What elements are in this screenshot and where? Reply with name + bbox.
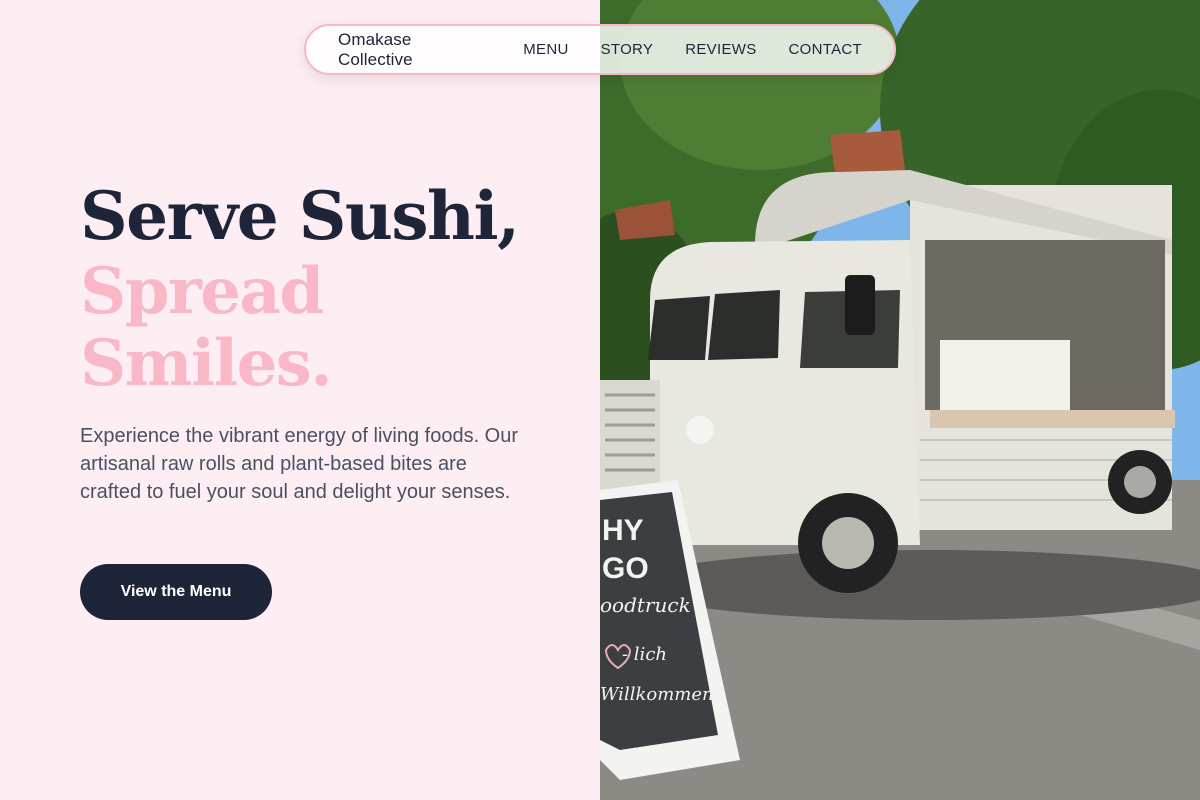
brand-name[interactable]: Omakase Collective xyxy=(338,30,475,70)
food-truck-photo: HY GO oodtruck - lich Willkommen! xyxy=(600,0,1200,800)
view-menu-button[interactable]: View the Menu xyxy=(80,564,272,620)
headline-line-1: Serve Sushi, xyxy=(80,177,520,255)
nav-link-menu[interactable]: MENU xyxy=(523,41,568,58)
headline-line-2: Spread xyxy=(80,254,324,329)
nav-link-reviews[interactable]: REVIEWS xyxy=(685,41,756,58)
hero-headline: Serve Sushi, Spread Smiles. xyxy=(80,176,520,401)
sign-text-line1: HY xyxy=(602,514,644,547)
nav-link-story[interactable]: STORY xyxy=(601,41,654,58)
nav-link-contact[interactable]: CONTACT xyxy=(789,41,862,58)
top-navigation-bar: Omakase Collective MENU STORY REVIEWS CO… xyxy=(304,24,896,75)
hero-description: Experience the vibrant energy of living … xyxy=(80,425,519,503)
nav-links: MENU STORY REVIEWS CONTACT xyxy=(523,41,862,58)
sign-text-line5: Willkommen! xyxy=(600,684,721,705)
sign-text-line2: GO xyxy=(602,552,649,585)
sign-text-line3: oodtruck xyxy=(600,593,691,617)
headline-line-3: Smiles. xyxy=(80,326,333,401)
